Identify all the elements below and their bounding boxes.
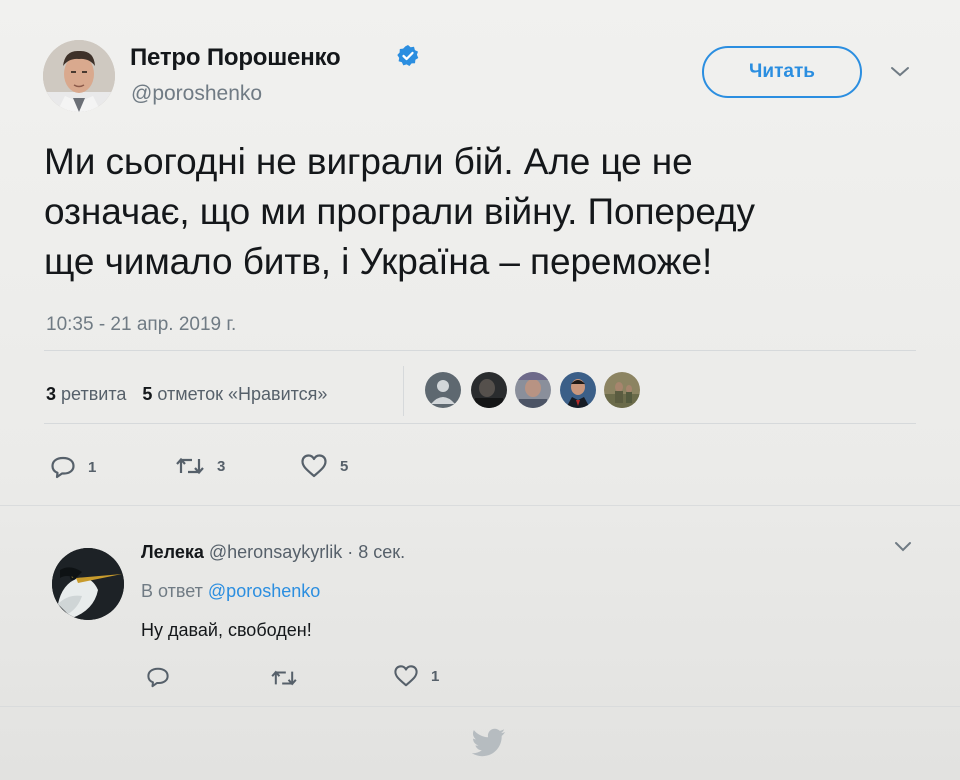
like-action[interactable]: 1 [393, 664, 439, 688]
twitter-bird-icon [471, 728, 506, 758]
heart-icon [301, 454, 327, 478]
author-avatar[interactable] [43, 40, 115, 112]
likes-stat[interactable]: 5 отметок «Нравится» [142, 384, 327, 405]
likes-count: 5 [142, 384, 153, 404]
reply-time[interactable]: · 8 сек. [347, 542, 405, 562]
like-count: 1 [431, 667, 440, 685]
retweet-icon [176, 457, 204, 475]
reply-author-handle[interactable]: @heronsaykyrlik [209, 542, 342, 562]
author-handle[interactable]: @poroshenko [131, 82, 262, 106]
likes-label: отметок «Нравится» [157, 384, 328, 404]
retweet-action[interactable]: 3 [175, 455, 225, 477]
follow-button[interactable]: Читать [702, 46, 862, 98]
divider [44, 423, 916, 424]
reply-icon [51, 456, 75, 479]
tweet-text-line: Ми сьогодні не виграли бій. Але це не [44, 141, 693, 182]
tweet-text-line: ще чимало битв, і Україна – переможе! [44, 241, 713, 282]
retweet-count: 3 [217, 457, 226, 475]
tweet-stats: 3 ретвита 5 отметок «Нравится» [46, 384, 327, 405]
chevron-down-icon[interactable] [888, 64, 912, 80]
reply-author-avatar[interactable] [52, 548, 124, 620]
tweet-screen: Петро Порошенко @poroshenko Читать Ми сь… [0, 0, 960, 780]
retweets-label: ретвита [61, 384, 127, 404]
liker-avatar[interactable] [425, 372, 461, 408]
tweet-text: Ми сьогодні не виграли бій. Але це не оз… [44, 137, 924, 287]
liker-avatar[interactable] [604, 372, 640, 408]
divider [0, 706, 960, 707]
stats-separator [403, 366, 404, 416]
reply-action[interactable]: 1 [50, 455, 96, 479]
retweet-action[interactable] [270, 668, 310, 688]
reply-count: 1 [88, 458, 97, 476]
divider [44, 350, 916, 351]
heart-icon [394, 665, 418, 687]
in-reply-handle-link[interactable]: @poroshenko [208, 581, 320, 601]
reply-author-line: Лелека @heronsaykyrlik · 8 сек. [141, 542, 405, 563]
liker-avatar[interactable] [515, 372, 551, 408]
retweet-icon [271, 670, 297, 686]
reply-icon [147, 667, 169, 688]
author-name[interactable]: Петро Порошенко [130, 44, 341, 72]
liker-avatar[interactable] [471, 372, 507, 408]
in-reply-to: В ответ @poroshenko [141, 581, 320, 602]
retweets-count: 3 [46, 384, 57, 404]
reply-action[interactable] [146, 666, 182, 688]
verified-badge-icon [396, 44, 420, 68]
like-action[interactable]: 5 [300, 453, 348, 479]
reply-text: Ну давай, свободен! [141, 620, 312, 640]
retweets-stat[interactable]: 3 ретвита [46, 384, 126, 405]
like-count: 5 [340, 457, 349, 475]
liker-avatar[interactable] [560, 372, 596, 408]
tweet-timestamp[interactable]: 10:35 - 21 апр. 2019 г. [46, 314, 236, 336]
reply-author-name[interactable]: Лелека [141, 542, 204, 562]
chevron-down-icon[interactable] [892, 540, 914, 554]
tweet-text-line: означає, що ми програли війну. Попереду [44, 191, 755, 232]
divider [0, 505, 960, 506]
in-reply-prefix: В ответ [141, 581, 203, 601]
